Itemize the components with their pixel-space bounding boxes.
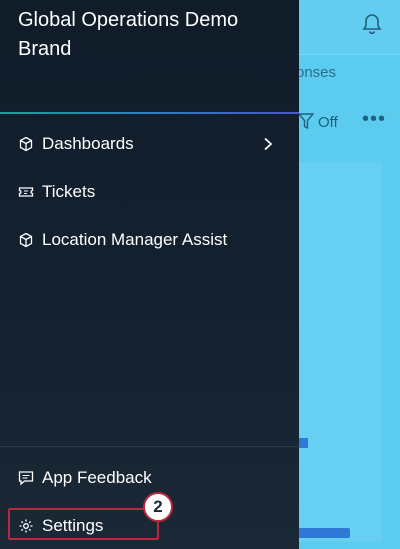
navigation-drawer: Global Operations Demo Brand Dashboards …	[0, 0, 299, 549]
cube-icon	[19, 136, 33, 152]
sidebar-item-label: App Feedback	[42, 468, 152, 487]
bell-icon[interactable]	[360, 12, 384, 36]
sidebar-item-tickets[interactable]: Tickets	[0, 174, 299, 210]
footer-divider	[0, 446, 299, 447]
ticket-icon	[18, 187, 34, 197]
filter-status[interactable]: Off	[318, 114, 338, 131]
step-number-badge: 2	[143, 492, 173, 522]
sidebar-item-label: Location Manager Assist	[42, 230, 228, 249]
chevron-right-icon	[264, 137, 273, 151]
sidebar-item-app-feedback[interactable]: App Feedback	[0, 460, 299, 496]
background-card	[290, 162, 382, 542]
brand-title: Global Operations Demo Brand	[18, 9, 239, 60]
background-chart-bar	[298, 438, 308, 448]
sidebar-item-label: Dashboards	[42, 134, 134, 153]
filter-icon[interactable]	[298, 112, 314, 130]
more-options-icon[interactable]: •••	[362, 108, 386, 131]
settings-highlight-box	[8, 508, 159, 540]
background-tab[interactable]: onses	[296, 64, 336, 81]
sidebar-item-location-manager-assist[interactable]: Location Manager Assist	[0, 222, 299, 258]
feedback-icon	[18, 471, 34, 486]
sidebar-item-label: Tickets	[42, 182, 96, 201]
cube-icon	[19, 232, 33, 248]
sidebar-item-dashboards[interactable]: Dashboards	[0, 126, 299, 162]
background-chart-bar	[298, 528, 350, 538]
accent-divider	[0, 112, 299, 114]
